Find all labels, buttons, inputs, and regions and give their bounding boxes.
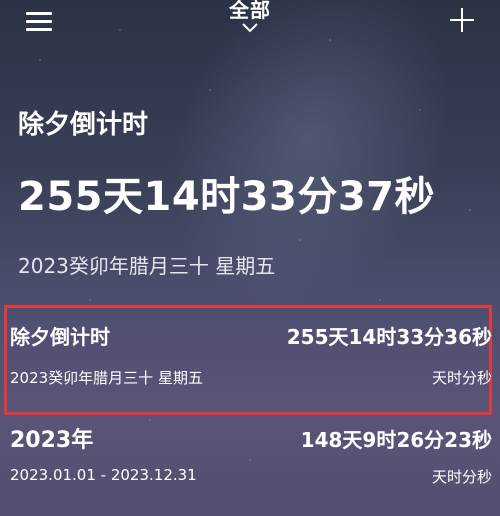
list-item-date: 2023癸卯年腊月三十 星期五	[10, 369, 203, 387]
hero-countdown: 255天14时33分37秒	[18, 174, 435, 220]
list-item[interactable]: 除夕倒计时 255天14时33分36秒 2023癸卯年腊月三十 星期五 天时分秒	[0, 305, 500, 415]
list-item-countdown: 148天9时26分23秒	[300, 428, 492, 452]
list-item-countdown: 255天14时33分36秒	[286, 325, 492, 349]
category-filter-dropdown[interactable]: 全部	[0, 0, 500, 33]
chevron-down-icon	[242, 23, 258, 33]
list-item[interactable]: 2023年 148天9时26分23秒 2023.01.01 - 2023.12.…	[0, 418, 500, 508]
hero-event-date: 2023癸卯年腊月三十 星期五	[18, 254, 276, 278]
list-item-name: 2023年	[10, 428, 94, 453]
list-item-unit: 天时分秒	[431, 369, 492, 387]
add-countdown-button[interactable]	[450, 8, 474, 32]
list-item-name: 除夕倒计时	[10, 325, 110, 349]
hero-event-title: 除夕倒计时	[18, 110, 149, 140]
list-item-unit: 天时分秒	[431, 468, 492, 486]
list-item-date: 2023.01.01 - 2023.12.31	[10, 466, 197, 484]
filter-label: 全部	[229, 0, 271, 22]
